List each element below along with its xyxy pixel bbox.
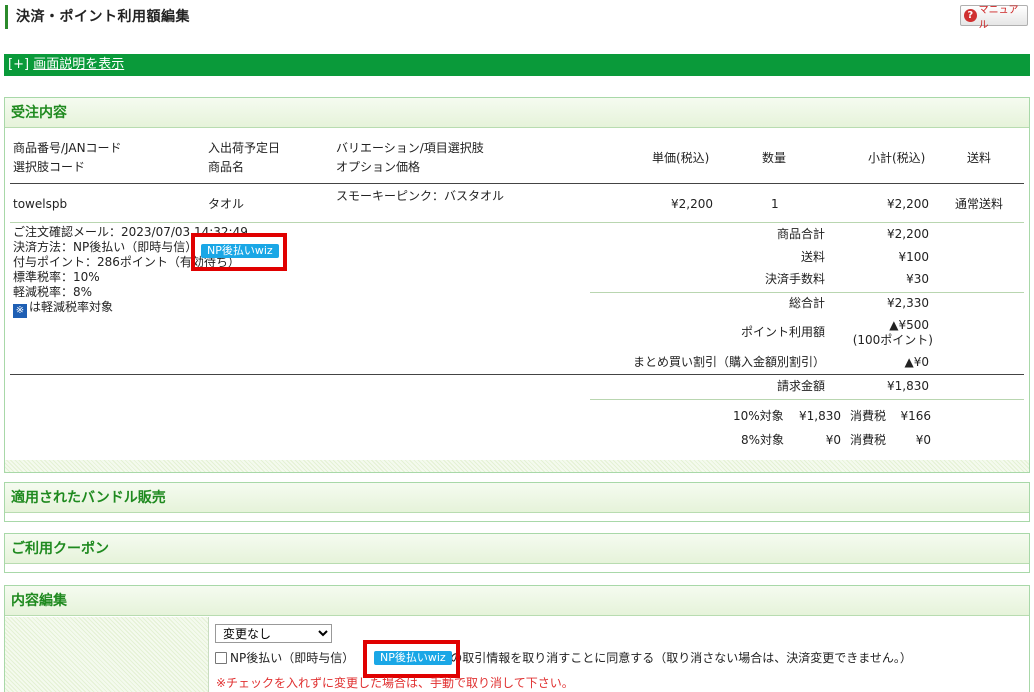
col-header-option-price: オプション価格 [336,160,421,174]
np-badge-highlight: NP後払いwiz [191,233,287,271]
summary-value-grand-total: ¥2,330 [887,296,929,310]
item-variation: スモーキーピンク：バスタオル [336,189,505,203]
manual-cancel-warning: ※チェックを入れずに変更した場合は、手動で取り消して下さい。 [216,676,574,690]
cancel-agreement-row: NP後払い（即時与信） の取引情報を取り消すことに同意する（取り消さない場合は、決… [215,649,912,667]
summary-label-products: 商品合計 [776,227,825,241]
standard-tax-text: 標準税率：10% [13,270,100,284]
coupon-panel-heading: ご利用クーポン [5,534,1029,564]
bundle-panel-heading: 適用されたバンドル販売 [5,483,1029,513]
summary-points-count: (100ポイント) [852,333,933,347]
summary-value-products: ¥2,200 [887,227,929,241]
np-badge: NP後払いwiz [374,651,452,665]
col-header-quantity: 数量 [762,151,787,165]
checkbox-label-suffix: の取引情報を取り消すことに同意する（取り消さない場合は、決済変更できません。） [450,651,912,665]
col-header-code: 商品番号/JANコード [13,141,122,155]
item-shipping: 通常送料 [955,197,1004,211]
manual-button[interactable]: ? マニュアル [960,5,1028,31]
help-bar: [+] 画面説明を表示 [4,54,1030,76]
col-header-ship-date: 入出荷予定日 [208,141,281,155]
item-subtotal: ¥2,200 [887,197,929,211]
col-header-shipping: 送料 [967,151,992,165]
reduced-tax-mark-icon: ※ [13,304,27,318]
cancel-agreement-checkbox[interactable] [215,652,227,664]
item-quantity: 1 [771,197,779,211]
tax8-amount: ¥0 [825,433,841,447]
payment-method-text: 決済方法：NP後払い（即時与信） [13,240,198,254]
manual-label: マニュアル [978,4,1019,31]
divider [10,374,1024,375]
reduced-tax-note: は軽減税率対象 [29,300,114,314]
edit-label-cell [5,617,209,692]
edit-panel: 内容編集 変更なし NP後払い（即時与信） の取引情報を取り消すことに同意する（取… [4,585,1030,692]
order-panel: 受注内容 商品番号/JANコード 選択肢コード 入出荷予定日 商品名 バリエーシ… [4,97,1030,473]
divider [590,292,1024,293]
divider [10,222,1024,223]
summary-value-fee: ¥30 [906,272,929,286]
summary-label-fee: 決済手数料 [764,272,825,286]
tax10-tax-label: 消費税 [850,409,887,423]
tax8-tax: ¥0 [915,433,931,447]
help-toggle-bracket: [+] [8,57,30,72]
summary-label-billing: 請求金額 [776,379,825,393]
col-header-option-code: 選択肢コード [13,160,86,174]
summary-label-grand-total: 総合計 [788,296,825,310]
edit-panel-heading: 内容編集 [5,586,1029,616]
item-name: タオル [208,197,245,211]
np-badge-highlight: NP後払いwiz [363,640,460,678]
tax10-label: 10%対象 [733,409,784,423]
show-help-link[interactable]: 画面説明を表示 [33,57,124,72]
order-table: 商品番号/JANコード 選択肢コード 入出荷予定日 商品名 バリエーション/項目… [5,128,1029,464]
tax8-label: 8%対象 [741,433,785,447]
summary-label-points-used: ポイント利用額 [740,325,825,339]
item-code: towelspb [13,197,68,211]
divider [590,399,1024,400]
summary-label-shipping: 送料 [800,250,825,264]
question-circle-icon: ? [964,9,977,22]
col-header-product-name: 商品名 [208,160,245,174]
summary-value-bulk-discount: ▲¥0 [904,355,930,369]
np-badge: NP後払いwiz [201,244,279,258]
checkbox-label-prefix: NP後払い（即時与信） [230,651,355,665]
page-title: 決済・ポイント利用額編集 [5,5,190,29]
col-header-unit-price: 単価(税込) [652,151,710,165]
summary-value-shipping: ¥100 [898,250,929,264]
summary-value-billing: ¥1,830 [887,379,929,393]
item-unit-price: ¥2,200 [671,197,713,211]
divider [10,183,1024,184]
payment-change-select[interactable]: 変更なし [215,624,332,643]
order-panel-heading: 受注内容 [5,98,1029,128]
panel-footer-stripe [5,460,1029,472]
tax10-tax: ¥166 [900,409,931,423]
reduced-tax-text: 軽減税率：8% [13,285,93,299]
bundle-panel: 適用されたバンドル販売 [4,482,1030,522]
col-header-subtotal: 小計(税込) [868,151,926,165]
tax10-amount: ¥1,830 [799,409,841,423]
summary-label-bulk-discount: まとめ買い割引（購入金額別割引） [632,355,825,369]
coupon-panel: ご利用クーポン [4,533,1030,573]
col-header-variation: バリエーション/項目選択肢 [336,141,484,155]
tax8-tax-label: 消費税 [850,433,887,447]
edit-form: 変更なし [215,624,332,643]
